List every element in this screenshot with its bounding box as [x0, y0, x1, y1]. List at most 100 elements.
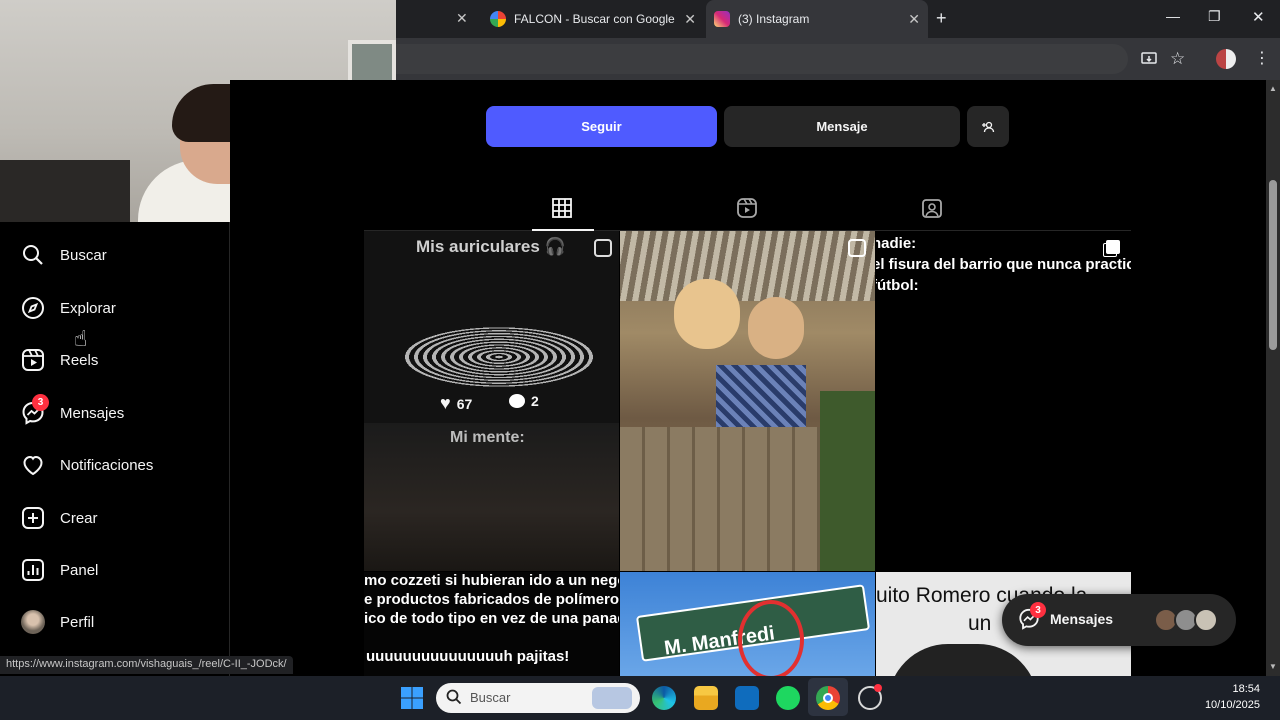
- page-scrollbar[interactable]: [1266, 80, 1280, 676]
- like-count: ♥ 67: [440, 393, 473, 413]
- taskbar-date[interactable]: 10/10/2025: [1180, 699, 1260, 711]
- thumbnail-roof: [620, 231, 875, 301]
- close-window-button[interactable]: ✕: [1252, 8, 1265, 26]
- heart-icon: [20, 452, 46, 478]
- tagged-icon: [922, 199, 942, 218]
- google-icon: [490, 11, 506, 27]
- suggest-button[interactable]: [967, 106, 1009, 147]
- new-tab-button[interactable]: +: [936, 8, 947, 29]
- thumbnail-foliage: [820, 391, 875, 571]
- taskbar-search[interactable]: Buscar: [436, 683, 640, 713]
- thumbnail-person: [674, 279, 740, 349]
- reels-icon: [20, 347, 46, 373]
- thumbnail-fence: [620, 427, 850, 571]
- tab-google[interactable]: FALCON - Buscar con Google ✕: [490, 6, 696, 32]
- address-bar[interactable]: [396, 44, 1128, 74]
- sidebar-item-label: Reels: [60, 351, 99, 369]
- search-icon: [446, 689, 462, 710]
- profile-avatar[interactable]: [1216, 49, 1236, 69]
- outlook-icon[interactable]: [735, 686, 759, 710]
- windows-taskbar: [0, 676, 1280, 720]
- heart-icon: ♥: [440, 393, 451, 413]
- messages-label: Mensajes: [1050, 611, 1114, 627]
- post-caption: Mis auriculares 🎧: [416, 237, 566, 256]
- mouse-cursor-icon: ☝: [74, 326, 88, 351]
- sidebar-item-label: Crear: [60, 509, 98, 527]
- close-icon[interactable]: ✕: [908, 11, 920, 28]
- chrome-center: [823, 693, 833, 703]
- post-tile[interactable]: nadie: el fisura del barrio que nunca pr…: [876, 231, 1131, 571]
- sidebar-item-label: Perfil: [60, 613, 95, 631]
- search-icon: [20, 242, 46, 268]
- sidebar-item-label: Explorar: [60, 299, 116, 317]
- sidebar-item-buscar[interactable]: Buscar: [20, 239, 107, 271]
- thumbnail-person: [888, 644, 1038, 676]
- tab-reels[interactable]: [736, 197, 758, 224]
- tab-title: (3) Instagram: [738, 12, 810, 26]
- carousel-icon: [1106, 240, 1120, 254]
- edge-icon[interactable]: [652, 686, 676, 710]
- windows-start-icon[interactable]: [400, 686, 424, 710]
- post-caption: el fisura del barrio que nunca practic: [876, 256, 1131, 273]
- video-thumbnail: [404, 327, 594, 387]
- post-caption: mo cozzeti si hubieran ido a un negocio …: [364, 572, 619, 589]
- person-plus-icon: [982, 121, 995, 132]
- install-app-icon[interactable]: [1140, 50, 1158, 73]
- tab-posts[interactable]: [551, 197, 573, 224]
- compass-icon: [20, 295, 46, 321]
- comment-icon: [509, 394, 525, 408]
- bookmark-star-icon[interactable]: ☆: [1170, 49, 1185, 69]
- sidebar-item-crear[interactable]: Crear: [20, 502, 98, 534]
- notification-badge: 3: [32, 394, 49, 411]
- sidebar-item-label: Buscar: [60, 246, 107, 264]
- scroll-up-arrow-icon[interactable]: ▲: [1269, 84, 1277, 93]
- sidebar-item-label: Mensajes: [60, 404, 125, 422]
- minimize-button[interactable]: —: [1166, 8, 1180, 24]
- messages-floating-button[interactable]: 3 Mensajes: [1002, 594, 1236, 646]
- close-icon[interactable]: ✕: [684, 11, 696, 28]
- post-tile[interactable]: [620, 231, 875, 571]
- post-caption: ico de todo tipo en vez de una panadería…: [364, 610, 619, 627]
- tab-instagram[interactable]: (3) Instagram ✕: [714, 6, 920, 32]
- file-explorer-icon[interactable]: [694, 686, 718, 710]
- sidebar-item-mensajes[interactable]: 3 Mensajes: [20, 394, 125, 429]
- follow-button[interactable]: Seguir: [486, 106, 717, 147]
- messenger-icon: 3: [20, 394, 49, 426]
- notification-dot: [874, 684, 882, 692]
- tab-title: FALCON - Buscar con Google: [514, 12, 675, 26]
- tab-close-icon[interactable]: ✕: [456, 10, 468, 27]
- link-status-bar: https://www.instagram.com/vishaguais_/re…: [0, 656, 293, 674]
- notification-badge: 3: [1030, 602, 1046, 618]
- chart-icon: [20, 557, 46, 583]
- comment-count: 2: [509, 393, 539, 409]
- post-tile[interactable]: mo cozzeti si hubieran ido a un negocio …: [364, 572, 619, 676]
- post-caption: e productos fabricados de polímeros de: [364, 591, 619, 608]
- post-caption: Mi mente:: [450, 429, 525, 446]
- spotify-icon[interactable]: [776, 686, 800, 710]
- search-highlight-icon: [592, 687, 632, 709]
- sidebar-item-perfil[interactable]: Perfil: [20, 606, 94, 638]
- sidebar-item-notificaciones[interactable]: Notificaciones: [20, 449, 153, 481]
- search-placeholder: Buscar: [470, 690, 511, 705]
- message-button[interactable]: Mensaje: [724, 106, 960, 147]
- menu-dots-icon[interactable]: ⋮: [1254, 48, 1270, 68]
- post-tile[interactable]: M. Manfredi: [620, 572, 875, 676]
- scrollbar-thumb[interactable]: [1269, 180, 1277, 350]
- reels-icon: [737, 198, 757, 218]
- tab-tagged[interactable]: [921, 197, 943, 224]
- scroll-down-arrow-icon[interactable]: ▼: [1269, 662, 1277, 671]
- grid-icon: [552, 198, 572, 218]
- sidebar-item-explorar[interactable]: Explorar: [20, 292, 116, 324]
- post-caption: un: [968, 612, 992, 635]
- avatar: [1194, 608, 1218, 632]
- taskbar-time[interactable]: 18:54: [1196, 683, 1260, 695]
- avatar: [20, 609, 46, 635]
- post-caption: uuuuuuuuuuuuuuuh pajitas!: [366, 648, 570, 665]
- post-caption: fútbol:: [876, 277, 919, 294]
- post-tile[interactable]: Mis auriculares 🎧 Mi mente: ♥ 67 2: [364, 231, 619, 571]
- restore-button[interactable]: ❐: [1208, 8, 1221, 25]
- sidebar-item-label: Panel: [60, 561, 99, 579]
- reel-indicator-icon: [594, 239, 612, 257]
- sidebar-item-panel[interactable]: Panel: [20, 554, 98, 586]
- post-caption: nadie:: [876, 235, 917, 252]
